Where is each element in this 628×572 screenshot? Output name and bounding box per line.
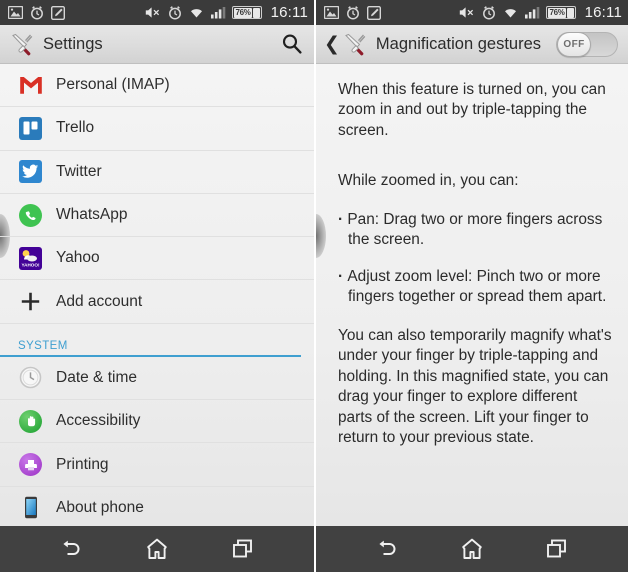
- settings-tools-icon: [12, 33, 33, 55]
- battery-percent-label: 76%: [234, 7, 252, 18]
- list-item-label: Printing: [56, 455, 109, 473]
- recents-nav-icon: [233, 539, 252, 558]
- description-subhead: While zoomed in, you can:: [338, 172, 519, 190]
- list-item-label: Add account: [56, 292, 143, 310]
- recents-nav-button[interactable]: [532, 526, 582, 572]
- list-item-whatsapp[interactable]: WhatsApp: [0, 194, 314, 238]
- signal-bars-icon: [525, 7, 540, 19]
- volume-mute-icon: [460, 7, 474, 18]
- section-header-label: SYSTEM: [18, 339, 68, 352]
- list-item-about-phone[interactable]: About phone: [0, 487, 314, 526]
- list-item-printing[interactable]: Printing: [0, 443, 314, 487]
- volume-mute-icon: [146, 7, 160, 18]
- dual-screenshot-container: 76% 16:11 Settings Personal (IMAP) Trell…: [0, 0, 628, 572]
- status-bar-right-icons: 76% 16:11: [459, 4, 622, 21]
- settings-tools-icon: [345, 33, 366, 55]
- list-item-label: Date & time: [56, 368, 137, 386]
- page-title: Settings: [43, 34, 103, 53]
- description-body: When this feature is turned on, you can …: [316, 64, 628, 449]
- battery-indicator: 76%: [232, 6, 262, 19]
- back-nav-button[interactable]: [46, 526, 96, 572]
- list-item-twitter[interactable]: Twitter: [0, 151, 314, 194]
- gesture-bullet-list: Pan: Drag two or more fingers across the…: [338, 210, 612, 308]
- page-title: Magnification gestures: [375, 34, 542, 53]
- home-nav-icon: [147, 538, 167, 559]
- image-icon: [324, 6, 339, 19]
- status-bar-right-icons: 76% 16:11: [145, 4, 308, 21]
- twitter-icon: [18, 159, 43, 184]
- alarm-clock-icon: [169, 5, 182, 20]
- right-phone-screen: 76% 16:11 ❮ Magnification gestures OFF W…: [314, 0, 628, 572]
- home-nav-icon: [462, 538, 482, 559]
- wifi-icon: [505, 9, 517, 18]
- list-item-label: Accessibility: [56, 412, 141, 430]
- status-bar-left: 76% 16:11: [0, 0, 314, 25]
- clock-time: 16:11: [270, 4, 308, 21]
- alarm-clock-icon: [347, 5, 359, 20]
- battery-charging-icon: [252, 7, 260, 18]
- alarm-clock-icon: [483, 5, 496, 20]
- search-icon: [282, 34, 302, 54]
- whatsapp-icon: [18, 203, 43, 228]
- back-chevron-icon[interactable]: ❮: [324, 34, 340, 54]
- magnification-description-scroll[interactable]: When this feature is turned on, you can …: [316, 64, 628, 526]
- settings-action-bar: Settings: [0, 25, 314, 64]
- printer-icon: [18, 452, 43, 477]
- back-nav-icon: [379, 540, 396, 555]
- clock-icon: [18, 365, 43, 390]
- left-phone-screen: 76% 16:11 Settings Personal (IMAP) Trell…: [0, 0, 314, 572]
- trello-icon: [18, 116, 43, 141]
- wifi-icon: [191, 9, 203, 18]
- list-item-accessibility[interactable]: Accessibility: [0, 400, 314, 444]
- accessibility-hand-icon: [18, 409, 43, 434]
- list-item-add-account[interactable]: Add account: [0, 280, 314, 324]
- section-header-system: SYSTEM: [0, 324, 301, 357]
- list-item-label: About phone: [56, 498, 144, 516]
- note-edit-icon: [51, 5, 65, 20]
- list-item-label: Twitter: [56, 162, 102, 180]
- settings-list-scroll[interactable]: Personal (IMAP) Trello Twitter WhatsApp …: [0, 64, 314, 526]
- alarm-clock-icon: [31, 5, 43, 20]
- home-nav-button[interactable]: [447, 526, 497, 572]
- list-item-label: Personal (IMAP): [56, 76, 170, 94]
- image-icon: [8, 6, 23, 19]
- magnification-toggle[interactable]: OFF: [556, 31, 618, 57]
- yahoo-icon: YAHOO!: [18, 246, 43, 271]
- system-nav-bar-left: [0, 526, 314, 572]
- list-item: Adjust zoom level: Pinch two or more fin…: [338, 267, 612, 308]
- gmail-icon: [18, 73, 43, 98]
- signal-bars-icon: [211, 7, 226, 19]
- list-item-date-time[interactable]: Date & time: [0, 357, 314, 401]
- plus-icon: [18, 289, 43, 314]
- list-item-trello[interactable]: Trello: [0, 107, 314, 151]
- list-item-yahoo[interactable]: YAHOO! Yahoo: [0, 237, 314, 281]
- list-item-label: WhatsApp: [56, 206, 128, 224]
- back-nav-icon: [63, 540, 80, 555]
- search-button[interactable]: [280, 32, 304, 56]
- list-item: Pan: Drag two or more fingers across the…: [338, 210, 612, 251]
- description-outro: You can also temporarily magnify what's …: [338, 326, 612, 447]
- svg-text:YAHOO!: YAHOO!: [22, 262, 40, 267]
- clock-time: 16:11: [584, 4, 622, 21]
- recents-nav-button[interactable]: [218, 526, 268, 572]
- system-nav-bar-right: [316, 526, 628, 572]
- back-nav-button[interactable]: [362, 526, 412, 572]
- phone-icon: [18, 495, 43, 520]
- note-edit-icon: [367, 5, 381, 20]
- home-nav-button[interactable]: [132, 526, 182, 572]
- accounts-list: Personal (IMAP) Trello Twitter WhatsApp …: [0, 64, 314, 526]
- battery-percent-label: 76%: [548, 7, 566, 18]
- list-item-label: Trello: [56, 119, 95, 137]
- status-bar-left-icons: [8, 5, 65, 20]
- list-item-label: Yahoo: [56, 249, 100, 267]
- magnification-action-bar: ❮ Magnification gestures OFF: [316, 25, 628, 64]
- description-intro: When this feature is turned on, you can …: [338, 81, 606, 139]
- toggle-knob-label: OFF: [557, 31, 591, 57]
- list-item-personal-imap[interactable]: Personal (IMAP): [0, 64, 314, 108]
- battery-charging-icon: [566, 7, 574, 18]
- battery-indicator: 76%: [546, 6, 576, 19]
- status-bar-left-icons: [324, 5, 381, 20]
- status-bar-right: 76% 16:11: [316, 0, 628, 25]
- recents-nav-icon: [547, 539, 567, 558]
